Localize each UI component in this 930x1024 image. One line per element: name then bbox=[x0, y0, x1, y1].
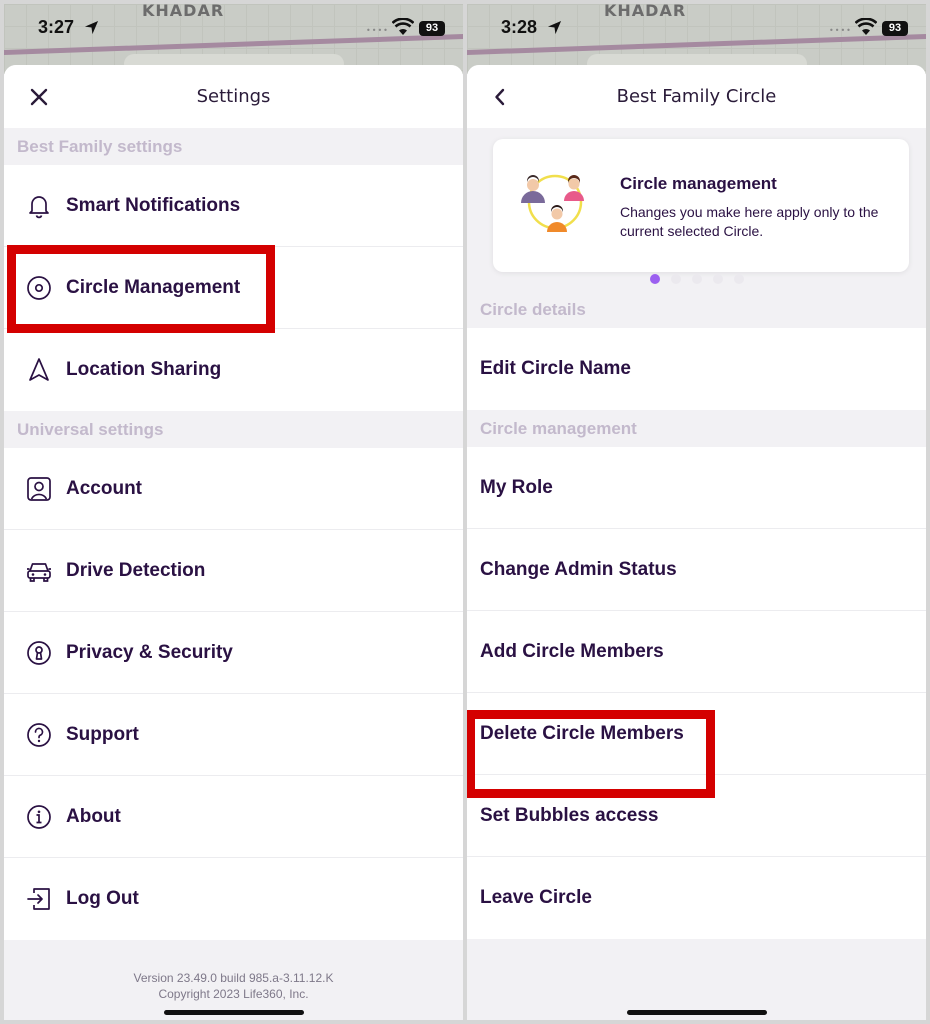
section-header-best-family: Best Family settings bbox=[4, 128, 463, 165]
location-arrow-icon bbox=[547, 20, 562, 35]
section-header-circle-details: Circle details bbox=[467, 293, 926, 328]
status-bar: 3:28 •••• 93 bbox=[467, 4, 926, 54]
settings-item-log-out[interactable]: Log Out bbox=[4, 858, 463, 940]
settings-item-label: Support bbox=[66, 723, 139, 745]
circle-management-card[interactable]: Circle management Changes you make here … bbox=[493, 139, 909, 272]
pager-dot[interactable] bbox=[671, 274, 681, 284]
status-time: 3:27 bbox=[38, 17, 75, 37]
pager-dot[interactable] bbox=[692, 274, 702, 284]
settings-item-support[interactable]: Support bbox=[4, 694, 463, 776]
copyright-text: Copyright 2023 Life360, Inc. bbox=[158, 987, 309, 1001]
circle-settings-sheet: Best Family Circle Circle management Cha… bbox=[467, 65, 926, 1020]
settings-item-label: My Role bbox=[480, 476, 553, 498]
logout-icon bbox=[27, 888, 50, 910]
settings-item-label: Account bbox=[66, 477, 142, 499]
location-arrow-icon bbox=[84, 20, 99, 35]
pager-dot[interactable] bbox=[713, 274, 723, 284]
version-footer: Version 23.49.0 build 985.a-3.11.12.K Co… bbox=[4, 940, 463, 1002]
circle-settings-screen: KHADAR 3:28 •••• 93 Best Family Circle C… bbox=[467, 4, 926, 1020]
page-title: Best Family Circle bbox=[616, 86, 777, 107]
settings-item-change-admin-status[interactable]: Change Admin Status bbox=[467, 529, 926, 611]
signal-dots-icon: •••• bbox=[366, 26, 389, 35]
status-bar: 3:27 •••• 93 bbox=[4, 4, 463, 54]
settings-item-label: Drive Detection bbox=[66, 559, 206, 581]
page-title: Settings bbox=[196, 86, 271, 107]
version-text: Version 23.49.0 build 985.a-3.11.12.K bbox=[133, 971, 334, 985]
circle-members-illustration-icon bbox=[521, 174, 584, 232]
settings-header: Settings bbox=[4, 65, 463, 128]
signal-dots-icon: •••• bbox=[829, 26, 852, 35]
settings-item-label: Location Sharing bbox=[66, 359, 222, 380]
home-indicator bbox=[163, 1010, 304, 1015]
wifi-icon bbox=[392, 18, 414, 35]
settings-item-account[interactable]: Account bbox=[4, 448, 463, 530]
settings-item-drive-detection[interactable]: Drive Detection bbox=[4, 530, 463, 612]
settings-item-smart-notifications[interactable]: Smart Notifications bbox=[4, 165, 463, 247]
info-carousel: Circle management Changes you make here … bbox=[467, 128, 926, 293]
highlight-box-delete-circle-members bbox=[467, 710, 715, 798]
wifi-icon bbox=[855, 18, 877, 35]
card-description: Changes you make here apply only to the … bbox=[620, 204, 879, 239]
car-icon bbox=[27, 562, 51, 582]
pager-dot-active[interactable] bbox=[650, 274, 660, 284]
section-header-universal: Universal settings bbox=[4, 411, 463, 448]
settings-item-label: Edit Circle Name bbox=[480, 358, 631, 379]
settings-item-edit-circle-name[interactable]: Edit Circle Name bbox=[467, 328, 926, 410]
battery-indicator: 93 bbox=[419, 21, 445, 36]
settings-item-my-role[interactable]: My Role bbox=[467, 447, 926, 529]
settings-item-label: Change Admin Status bbox=[480, 558, 677, 580]
settings-item-label: Leave Circle bbox=[480, 887, 592, 908]
battery-indicator: 93 bbox=[882, 21, 908, 36]
pager-dot[interactable] bbox=[734, 274, 744, 284]
settings-sheet: Settings Best Family settings Smart Noti… bbox=[4, 65, 463, 1020]
highlight-box-circle-management bbox=[7, 245, 275, 333]
settings-item-label: Privacy & Security bbox=[66, 641, 233, 663]
settings-item-about[interactable]: About bbox=[4, 776, 463, 858]
settings-item-leave-circle[interactable]: Leave Circle bbox=[467, 857, 926, 939]
carousel-pager[interactable] bbox=[650, 274, 744, 284]
settings-item-label: Log Out bbox=[66, 888, 139, 909]
settings-item-add-circle-members[interactable]: Add Circle Members bbox=[467, 611, 926, 693]
settings-item-label: Smart Notifications bbox=[66, 194, 241, 216]
help-icon bbox=[27, 722, 51, 747]
user-icon bbox=[27, 476, 51, 501]
settings-screen: KHADAR 3:27 •••• 93 Settings Best Family… bbox=[4, 4, 463, 1020]
settings-item-label: Set Bubbles access bbox=[480, 804, 659, 826]
circle-settings-header: Best Family Circle bbox=[467, 65, 926, 128]
card-title: Circle management bbox=[620, 174, 777, 193]
info-icon bbox=[27, 804, 51, 829]
settings-item-label: About bbox=[66, 805, 121, 827]
settings-item-location-sharing[interactable]: Location Sharing bbox=[4, 329, 463, 411]
settings-item-label: Add Circle Members bbox=[480, 640, 664, 662]
bell-icon bbox=[29, 195, 49, 218]
keyhole-icon bbox=[27, 640, 51, 665]
section-header-circle-management: Circle management bbox=[467, 410, 926, 447]
navigation-arrow-icon bbox=[29, 358, 49, 381]
status-time: 3:28 bbox=[501, 17, 538, 37]
home-indicator bbox=[626, 1010, 767, 1015]
settings-item-privacy-security[interactable]: Privacy & Security bbox=[4, 612, 463, 694]
